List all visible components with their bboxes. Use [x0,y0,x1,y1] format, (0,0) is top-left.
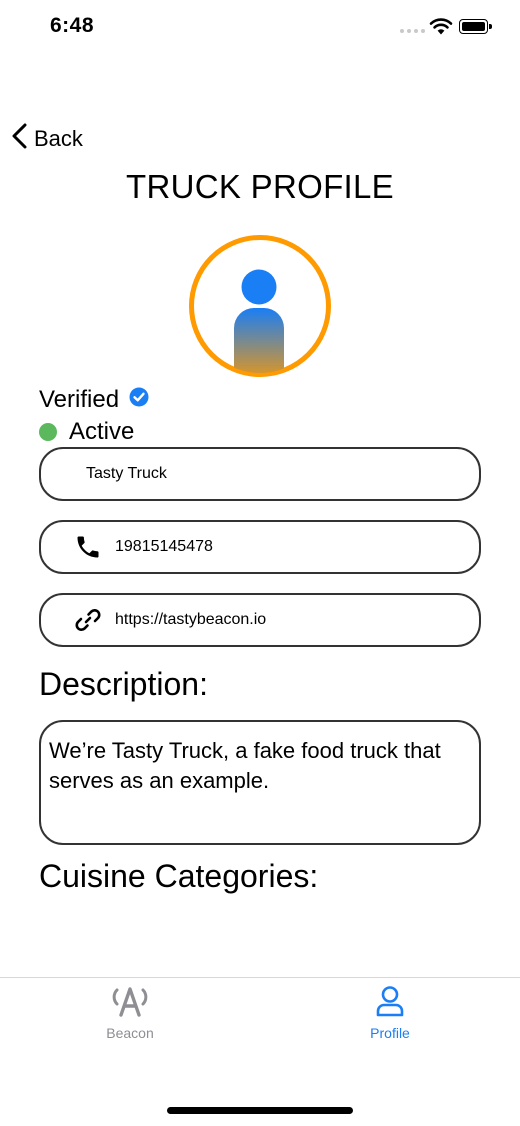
home-indicator[interactable] [167,1107,353,1114]
back-label: Back [34,125,83,151]
wifi-icon [429,18,453,40]
person-gradient-icon [189,235,331,377]
active-label: Active [69,418,135,445]
truck-name-value: Tasty Truck [86,465,167,482]
back-button[interactable]: Back [10,122,83,155]
status-time: 6:48 [50,14,95,37]
cuisine-categories-heading: Cuisine Categories: [39,858,319,894]
active-indicator-dot [39,423,57,441]
description-textarea[interactable]: We’re Tasty Truck, a fake food truck tha… [39,720,481,845]
page-title: TRUCK PROFILE [126,168,394,205]
beacon-antenna-icon [109,984,151,1023]
phone-field[interactable]: 19815145478 [39,520,481,574]
tab-bar: Beacon Profile [0,977,520,1126]
link-icon [73,605,103,635]
truck-name-field[interactable]: Tasty Truck [39,447,481,501]
website-value: https://tastybeacon.io [115,611,267,628]
description-heading: Description: [39,666,208,702]
battery-icon [459,19,492,34]
tab-beacon-label: Beacon [106,1025,154,1041]
tab-beacon[interactable]: Beacon [70,984,190,1041]
website-field[interactable]: https://tastybeacon.io [39,593,481,647]
cellular-signal-icon [400,29,425,33]
verified-label: Verified [39,386,120,413]
profile-avatar[interactable] [188,234,332,378]
phone-icon [73,532,103,562]
person-icon [373,984,407,1023]
checkmark-badge-icon [129,386,149,414]
tab-profile[interactable]: Profile [330,984,450,1041]
tab-profile-label: Profile [370,1025,410,1041]
active-status: Active [39,418,134,446]
verified-status: Verified [39,386,149,414]
chevron-left-icon [10,122,28,155]
phone-value: 19815145478 [115,538,213,555]
